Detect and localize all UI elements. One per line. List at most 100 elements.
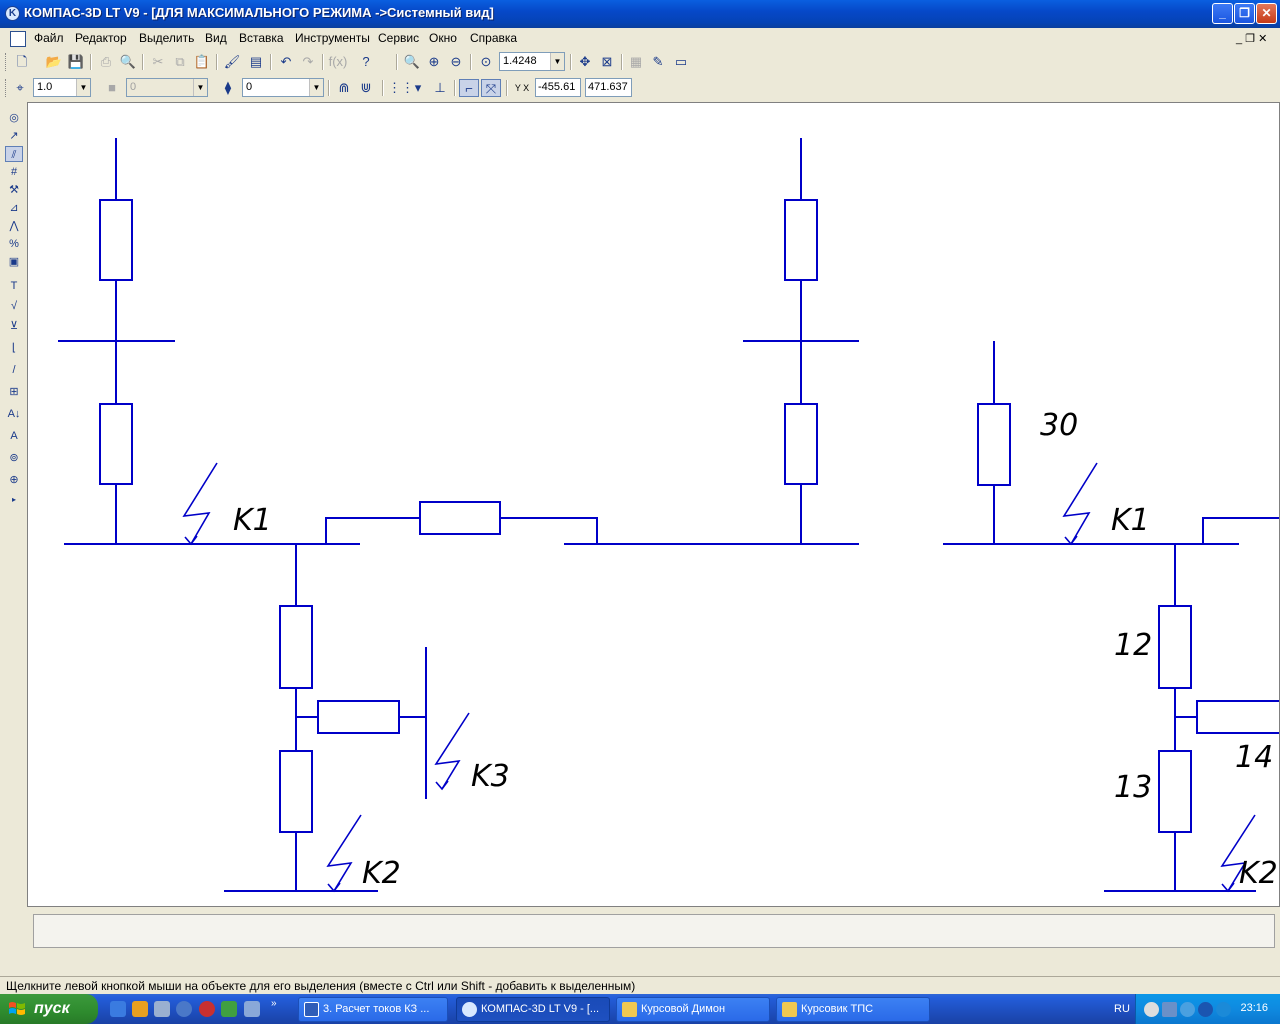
browser-icon[interactable] [132, 1001, 148, 1017]
show-all-icon[interactable]: ⊠ [597, 53, 617, 71]
view-arrow-icon[interactable]: A↓ [5, 406, 23, 422]
geometry-icon[interactable]: ◎ [5, 110, 23, 126]
toolbar-grip[interactable] [5, 79, 8, 97]
menu-insert[interactable]: Вставка [239, 31, 284, 45]
media-icon[interactable] [154, 1001, 170, 1017]
chevron-down-icon[interactable]: ▼ [76, 79, 90, 96]
start-button[interactable]: пуск [0, 994, 98, 1024]
grid-icon[interactable]: ⋮⋮ [388, 79, 414, 97]
label-13[interactable]: 13 [1114, 770, 1152, 805]
paste-icon[interactable]: 📋 [192, 53, 212, 71]
coord-x-field[interactable]: -455.61 [535, 78, 581, 97]
app-icon[interactable] [221, 1001, 237, 1017]
local-snap-icon[interactable]: ⋓ [356, 79, 376, 97]
copy-icon[interactable]: ⧉ [170, 53, 190, 71]
zoom-scale-icon[interactable]: ⊙ [476, 53, 496, 71]
axis-icon[interactable]: ⊕ [5, 472, 23, 488]
label-12[interactable]: 12 [1114, 628, 1152, 663]
toolbar-grip[interactable] [5, 53, 8, 71]
close-button[interactable]: ✕ [1256, 3, 1277, 24]
print-preview-icon[interactable]: 🔍 [118, 53, 138, 71]
menu-help[interactable]: Справка [470, 31, 517, 45]
app2-icon[interactable] [244, 1001, 260, 1017]
roughness-icon[interactable]: √ [5, 298, 23, 314]
snap-magnet-icon[interactable]: ⋒ [334, 79, 354, 97]
task-kompas[interactable]: КОМПАС-3D LT V9 - [... [456, 997, 610, 1022]
tray-app-icon[interactable] [1180, 1002, 1195, 1017]
document-icon[interactable] [10, 31, 26, 47]
network-icon[interactable] [1162, 1002, 1177, 1017]
zoom-window-icon[interactable]: 🔍 [402, 53, 422, 71]
step-cursor-icon[interactable]: ⌖ [10, 79, 30, 97]
zoom-out-icon[interactable]: ⊖ [446, 53, 466, 71]
zoom-field[interactable]: 1.4248 ▼ [499, 52, 565, 71]
undo-icon[interactable]: ↶ [276, 53, 296, 71]
base-icon[interactable]: ⊻ [5, 318, 23, 334]
new-document-icon[interactable]: 🗋 [12, 53, 32, 71]
label-k1-left[interactable]: K1 [233, 503, 272, 538]
spec-icon[interactable]: ▣ [5, 254, 23, 270]
layer-number-field[interactable]: 0 ▼ [242, 78, 324, 97]
redo-icon[interactable]: ↷ [298, 53, 318, 71]
chevron-down-icon[interactable]: ▼ [550, 53, 564, 70]
edit-icon[interactable]: # [5, 164, 23, 180]
menu-select[interactable]: Выделить [139, 31, 194, 45]
label-k3[interactable]: K3 [471, 759, 510, 794]
opera-icon[interactable] [199, 1001, 215, 1017]
clock[interactable]: 23:16 [1240, 1002, 1268, 1014]
text-icon[interactable]: T [5, 278, 23, 294]
save-icon[interactable]: 💾 [66, 53, 86, 71]
language-indicator[interactable]: RU [1114, 1003, 1130, 1015]
cut-line-icon[interactable]: A [5, 428, 23, 444]
dimensions-icon[interactable]: ↗ [5, 128, 23, 144]
label-14[interactable]: 14 [1235, 740, 1273, 775]
pan-icon[interactable]: ✥ [575, 53, 595, 71]
ortho-mode-icon[interactable]: ⌐ [459, 79, 479, 97]
kompas-app-icon[interactable]: K [5, 6, 20, 21]
hatch-icon[interactable]: ⊚ [5, 450, 23, 466]
task-folder-kursovoy[interactable]: Курсовой Димон [616, 997, 770, 1022]
ie-icon[interactable] [110, 1001, 126, 1017]
chevron-down-icon[interactable]: ▼ [309, 79, 323, 96]
kompas-quicklaunch-icon[interactable] [176, 1001, 192, 1017]
chevron-down-icon[interactable]: ▼ [193, 79, 207, 96]
properties-brush-icon[interactable]: 🖌 [222, 53, 242, 71]
menu-tools[interactable]: Инструменты [295, 31, 370, 45]
menu-editor[interactable]: Редактор [75, 31, 127, 45]
print-icon[interactable]: ⎙ [96, 53, 116, 71]
open-folder-icon[interactable]: 📂 [44, 53, 64, 71]
chevron-right-icon[interactable]: ▸ [5, 492, 23, 508]
context-help-icon[interactable]: ? [356, 53, 376, 71]
drawing-canvas[interactable]: K1 K1 K3 K2 K2 30 12 13 14 [27, 102, 1280, 907]
tray-arrow-icon[interactable] [1144, 1002, 1159, 1017]
label-k1-right[interactable]: K1 [1111, 503, 1150, 538]
parametrization-icon[interactable]: ⚒ [5, 182, 23, 198]
minimize-button[interactable]: _ [1212, 3, 1233, 24]
chevron-right-icon[interactable]: » [271, 998, 287, 1014]
variables-fx-icon[interactable]: f(x) [328, 53, 348, 71]
label-k2-right[interactable]: K2 [1239, 856, 1278, 891]
library-icon[interactable]: ▦ [626, 53, 646, 71]
task-folder-kursovik[interactable]: Курсовик ТПС [776, 997, 930, 1022]
label-30[interactable]: 30 [1040, 408, 1078, 443]
menu-window[interactable]: Окно [429, 31, 457, 45]
info-icon[interactable] [1198, 1002, 1213, 1017]
cut-icon[interactable]: ✂ [148, 53, 168, 71]
task-word-document[interactable]: 3. Расчет токов КЗ ... [298, 997, 448, 1022]
leader-icon[interactable]: ⌊ [5, 340, 23, 356]
associative-views-icon[interactable]: % [5, 236, 23, 252]
menu-view[interactable]: Вид [205, 31, 227, 45]
layer-style-field[interactable]: 0 ▼ [126, 78, 208, 97]
measurements-icon[interactable]: ⊿ [5, 200, 23, 216]
document-manager-icon[interactable]: ▤ [246, 53, 266, 71]
round-mode-icon[interactable]: ⤧ [481, 79, 501, 97]
menu-service[interactable]: Сервис [378, 31, 419, 45]
position-icon[interactable]: / [5, 362, 23, 378]
table-icon[interactable]: ⊞ [5, 384, 23, 400]
designations-icon[interactable]: ⫽ [5, 146, 23, 162]
menu-file[interactable]: Файл [34, 31, 64, 45]
chevron-down-icon[interactable]: ▾ [408, 79, 428, 97]
measure-icon[interactable]: ✎ [648, 53, 668, 71]
layers-icon[interactable]: ⧫ [218, 79, 238, 97]
coord-y-field[interactable]: 471.637 [585, 78, 632, 97]
